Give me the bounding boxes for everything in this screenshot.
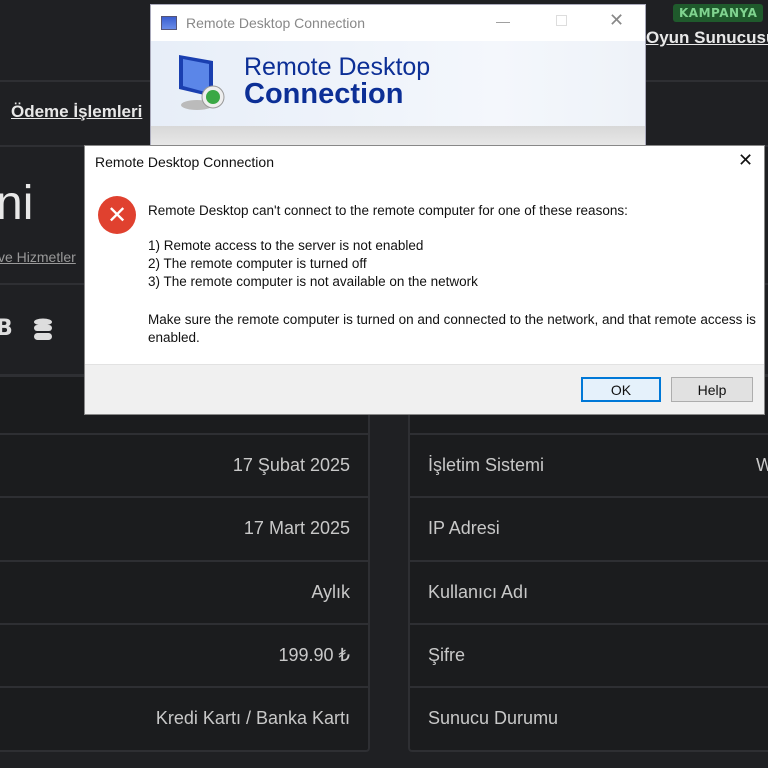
rdc-banner: Remote Desktop Connection [151, 41, 645, 126]
reason-2: 2) The remote computer is turned off [148, 256, 367, 271]
close-button[interactable]: ✕ [609, 10, 624, 31]
dialog-close-button[interactable]: ✕ [738, 150, 753, 171]
price: 199.90 ₺ [278, 645, 350, 665]
maximize-button[interactable] [556, 15, 567, 26]
rdc-titlebar: Remote Desktop Connection — ✕ [151, 5, 645, 41]
table-row: 17 Şubat 2025 [0, 433, 368, 496]
minimize-button[interactable]: — [496, 13, 510, 29]
banner-title-line2: Connection [244, 78, 404, 110]
server-status-label: Sunucu Durumu [428, 708, 559, 728]
table-row: İşletim Sistemi W [410, 433, 768, 496]
error-dialog: Remote Desktop Connection ✕ ✕ Remote Des… [84, 145, 765, 415]
table-row: 199.90 ₺ [0, 623, 368, 686]
ok-button[interactable]: OK [581, 377, 661, 402]
order-details-panel: 17 Şubat 2025 17 Mart 2025 Aylık 199.90 … [0, 375, 370, 752]
table-row: Şifre [410, 623, 768, 686]
rdc-window: Remote Desktop Connection — ✕ Remote Des… [150, 4, 646, 146]
table-row: Sunucu Durumu [410, 686, 768, 749]
registration-date: 17 Şubat 2025 [232, 455, 350, 475]
password-label: Şifre [428, 645, 466, 665]
os-value: W [756, 455, 768, 475]
table-row: Aylık [0, 560, 368, 623]
dialog-footer: OK Help [85, 364, 764, 414]
username-label: Kullanıcı Adı [428, 582, 529, 602]
rdc-app-icon [161, 16, 177, 30]
rdc-options-strip [151, 126, 645, 146]
dialog-title: Remote Desktop Connection [95, 154, 274, 170]
reason-3: 3) The remote computer is not available … [148, 274, 478, 289]
table-row: 17 Mart 2025 [0, 496, 368, 559]
reason-1: 1) Remote access to the server is not en… [148, 238, 424, 253]
server-details-panel: İşletim Sistemi W IP Adresi Kullanıcı Adı… [408, 375, 768, 752]
table-row: Kullanıcı Adı [410, 560, 768, 623]
os-label: İşletim Sistemi [428, 455, 545, 475]
ip-label: IP Adresi [428, 518, 500, 538]
rdc-window-title: Remote Desktop Connection [186, 15, 365, 31]
services-breadcrumb-link[interactable]: ve Hizmetler [0, 249, 76, 265]
game-server-link[interactable]: Oyun Sunucusu [646, 28, 768, 48]
database-icon [33, 318, 53, 346]
error-icon: ✕ [98, 196, 136, 234]
campaign-badge: KAMPANYA [673, 4, 764, 22]
payments-link[interactable]: Ödeme İşlemleri [11, 102, 142, 122]
error-intro: Remote Desktop can't connect to the remo… [148, 203, 628, 218]
page-title: ni [0, 177, 34, 230]
spec-text: B [0, 316, 13, 341]
help-button[interactable]: Help [671, 377, 753, 402]
due-date: 17 Mart 2025 [243, 518, 350, 538]
table-row: IP Adresi [410, 496, 768, 559]
monitor-icon [173, 51, 231, 117]
billing-cycle: Aylık [311, 582, 350, 602]
table-row: Kredi Kartı / Banka Kartı [0, 686, 368, 749]
payment-method: Kredi Kartı / Banka Kartı [155, 708, 350, 728]
error-advice: Make sure the remote computer is turned … [148, 312, 756, 345]
